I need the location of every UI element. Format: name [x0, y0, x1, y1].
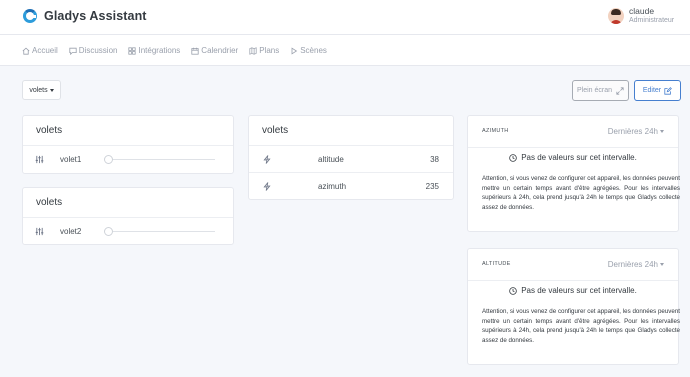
play-icon [291, 46, 298, 55]
fullscreen-label: Plein écran [576, 87, 613, 94]
nav-label: Calendrier [201, 46, 239, 55]
sensor-value: 38 [430, 155, 439, 164]
device-card-volets-2: volets volet2 [22, 187, 234, 245]
sensor-row-altitude: altitude 38 [249, 146, 453, 173]
nav-label: Scènes [300, 46, 327, 55]
map-icon [249, 46, 257, 55]
sensor-card-volets: volets altitude 38 azimuth 235 [248, 115, 454, 200]
chevron-down-icon [660, 130, 664, 133]
chevron-down-icon [49, 88, 54, 92]
empty-state: Pas de valeurs sur cet intervalle. [468, 286, 678, 295]
user-menu[interactable]: claude Administrateur [608, 6, 674, 26]
nav-item-accueil[interactable]: Accueil [22, 46, 58, 55]
chart-card-altitude: ALTITUDE Dernières 24h Pas de valeurs su… [467, 248, 680, 365]
period-label: Dernières 24h [607, 127, 658, 136]
period-label: Dernières 24h [607, 260, 658, 269]
dashboard-select[interactable]: volets [22, 80, 61, 100]
device-row: volet1 [23, 146, 233, 173]
device-name: volet1 [60, 155, 82, 164]
bolt-icon [263, 155, 271, 164]
sensor-row-azimuth: azimuth 235 [249, 173, 453, 200]
calendar-icon [191, 47, 199, 55]
shutter-slider-handle[interactable] [104, 155, 113, 164]
nav-label: Intégrations [138, 46, 181, 55]
avatar [608, 8, 624, 24]
chart-card-azimuth: AZIMUTH Dernières 24h Pas de valeurs sur… [467, 115, 680, 232]
nav-item-plans[interactable]: Plans [249, 46, 279, 55]
device-card-volets-1: volets volet1 [22, 115, 234, 174]
user-name: claude [629, 6, 655, 16]
empty-message: Pas de valeurs sur cet intervalle. [521, 153, 637, 162]
nav-item-integrations[interactable]: Intégrations [128, 46, 180, 55]
card-title: volets [249, 116, 453, 146]
device-row: volet2 [23, 218, 233, 245]
chevron-down-icon [660, 263, 664, 266]
sensor-value: 235 [425, 182, 439, 191]
edit-button[interactable]: Editer [634, 80, 681, 101]
empty-state: Pas de valeurs sur cet intervalle. [468, 153, 678, 162]
top-header: Gladys Assistant claude Administrateur [0, 0, 690, 35]
dashboard-select-value: volets [29, 86, 48, 94]
nav-label: Accueil [32, 46, 58, 55]
aggregation-notice: Attention, si vous venez de configurer c… [482, 308, 680, 344]
aggregation-notice: Attention, si vous venez de configurer c… [482, 175, 680, 211]
nav-item-scenes[interactable]: Scènes [290, 46, 327, 55]
nav-item-discussion[interactable]: Discussion [69, 46, 118, 55]
nav-label: Discussion [78, 46, 118, 55]
shutter-slider-handle[interactable] [104, 227, 113, 236]
gladys-logo-icon [23, 9, 37, 23]
message-icon [69, 47, 77, 55]
device-name: volet2 [60, 227, 82, 236]
clock-icon [509, 286, 517, 295]
brand-link[interactable]: Gladys Assistant [23, 9, 147, 23]
expand-icon [616, 86, 624, 95]
empty-message: Pas de valeurs sur cet intervalle. [521, 286, 637, 295]
nav-item-calendrier[interactable]: Calendrier [191, 46, 238, 55]
chart-title: ALTITUDE [482, 261, 511, 267]
sliders-icon [35, 227, 44, 236]
period-dropdown[interactable]: Dernières 24h [608, 260, 664, 269]
home-icon [22, 47, 30, 55]
main-nav: Accueil Discussion Intégrations Calendri… [0, 35, 690, 66]
period-dropdown[interactable]: Dernières 24h [608, 127, 664, 136]
sensor-name: azimuth [318, 182, 347, 191]
sliders-icon [35, 155, 44, 164]
clock-icon [509, 153, 517, 162]
bolt-icon [263, 182, 271, 191]
shutter-slider-track[interactable] [105, 159, 215, 160]
sensor-name: altitude [318, 155, 344, 164]
user-role: Administrateur [629, 17, 675, 24]
shutter-slider-track[interactable] [105, 231, 215, 232]
card-title: volets [23, 188, 233, 218]
edit-label: Editer [642, 87, 662, 94]
fullscreen-button[interactable]: Plein écran [572, 80, 629, 101]
card-title: volets [23, 116, 233, 146]
app-name: Gladys Assistant [44, 9, 147, 23]
nav-label: Plans [259, 46, 280, 55]
edit-icon [664, 86, 673, 95]
chart-title: AZIMUTH [482, 128, 509, 134]
grid-icon [128, 46, 137, 55]
